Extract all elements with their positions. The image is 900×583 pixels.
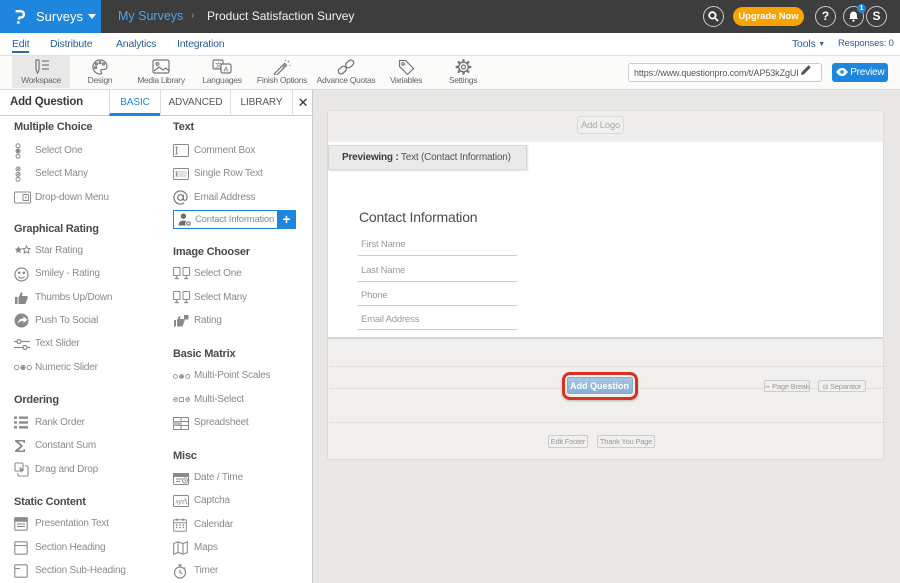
svg-text:文: 文 <box>215 61 222 70</box>
svg-text:A: A <box>224 65 229 74</box>
svg-text:xyz: xyz <box>175 499 186 506</box>
